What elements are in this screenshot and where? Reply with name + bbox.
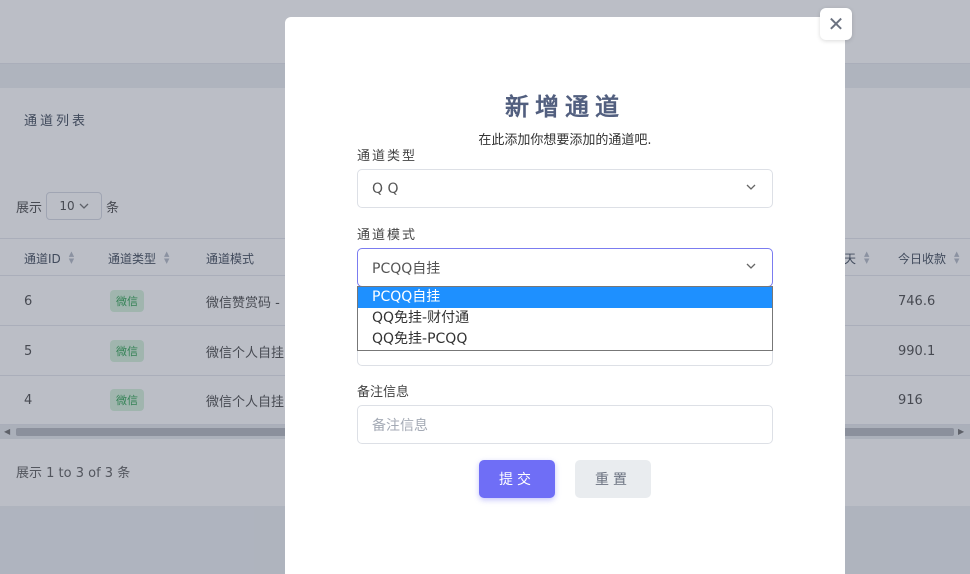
chevron-down-icon (746, 263, 756, 269)
channel-mode-label: 通道模式 (357, 228, 418, 243)
remark-input[interactable]: 备注信息 (357, 405, 773, 444)
remark-label: 备注信息 (357, 385, 410, 400)
close-icon: ✕ (827, 12, 845, 36)
channel-type-value: Q Q (372, 180, 399, 197)
close-button[interactable]: ✕ (820, 8, 852, 40)
mode-option[interactable]: QQ免挂-财付通 (358, 308, 772, 329)
submit-button[interactable]: 提交 (479, 460, 555, 498)
channel-mode-dropdown: PCQQ自挂 QQ免挂-财付通 QQ免挂-PCQQ (357, 286, 773, 351)
channel-type-label: 通道类型 (357, 149, 418, 164)
chevron-down-icon (746, 184, 756, 190)
modal-title: 新增通道 (505, 93, 625, 121)
channel-mode-value: PCQQ自挂 (372, 260, 441, 277)
reset-button[interactable]: 重置 (575, 460, 651, 498)
channel-type-select[interactable]: Q Q (357, 169, 773, 208)
add-channel-modal: 新增通道 在此添加你想要添加的通道吧. 通道类型 Q Q 通道模式 PCQQ自挂… (285, 17, 845, 574)
remark-placeholder: 备注信息 (372, 417, 428, 434)
channel-mode-select[interactable]: PCQQ自挂 (357, 248, 773, 287)
mode-option[interactable]: PCQQ自挂 (358, 287, 772, 308)
mode-option[interactable]: QQ免挂-PCQQ (358, 329, 772, 350)
